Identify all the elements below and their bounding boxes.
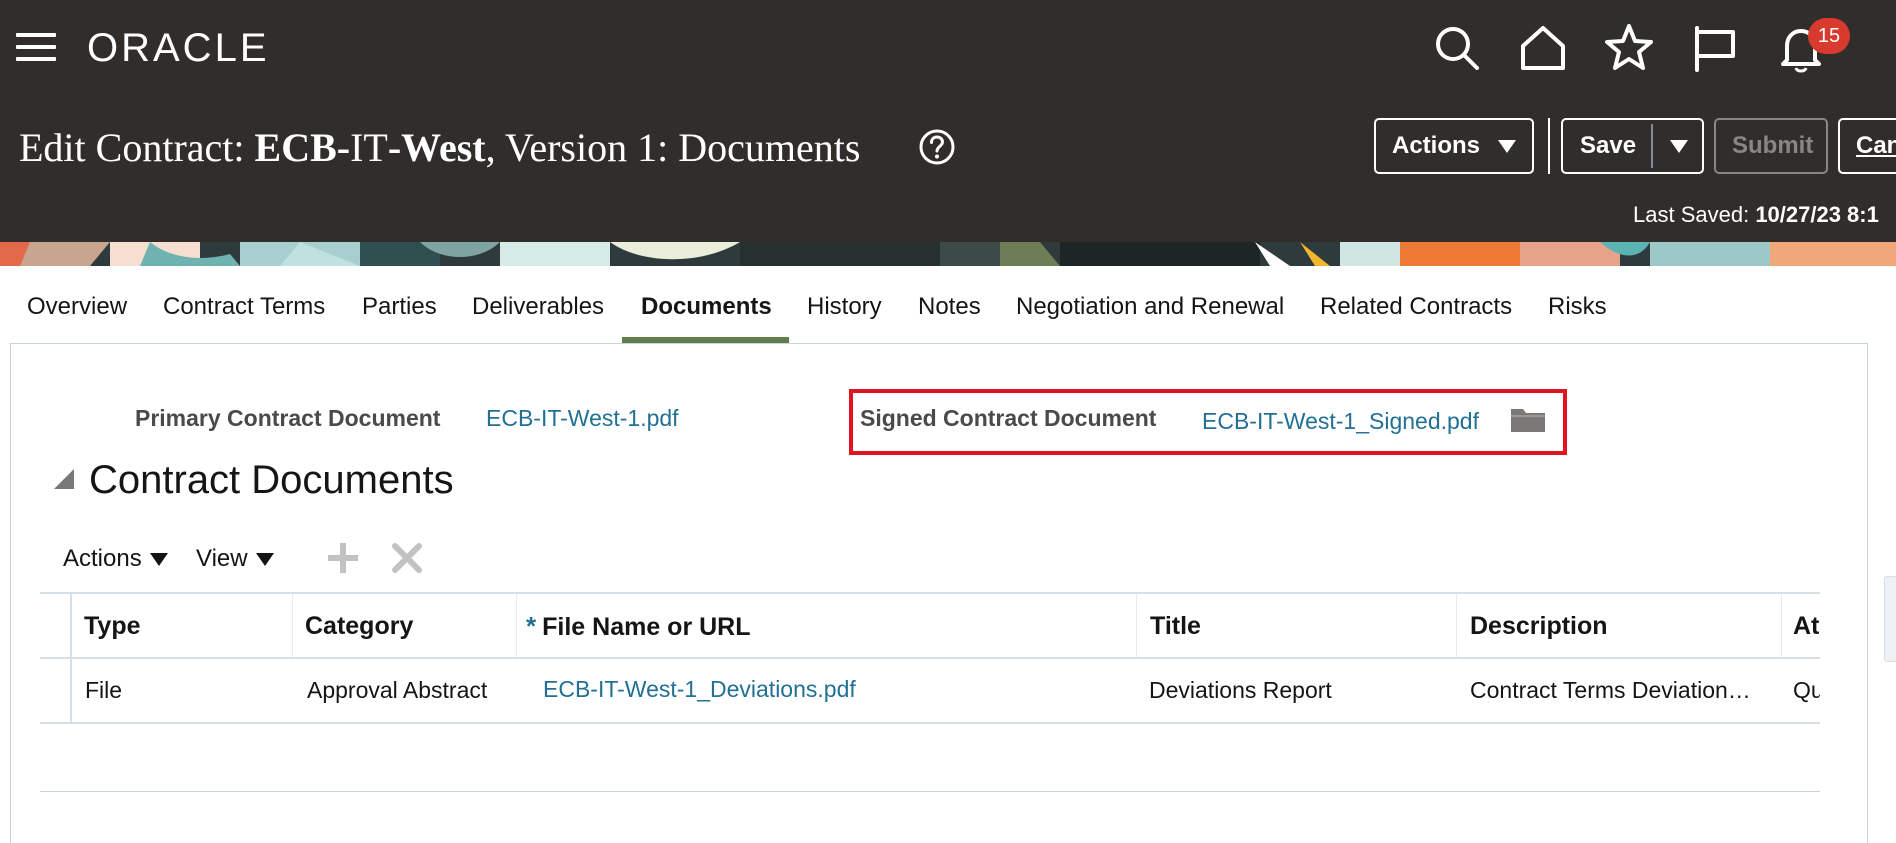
global-header: ORACLE 15 Edit Contract: ECB-IT-West, Ve…	[0, 0, 1896, 242]
table-cell-category: Approval Abstract	[307, 677, 488, 703]
tab-negotiation-and-renewal[interactable]: Negotiation and Renewal	[1016, 266, 1284, 344]
hamburger-menu-icon[interactable]	[16, 31, 58, 65]
chevron-down-icon	[149, 553, 168, 567]
tab-history[interactable]: History	[807, 266, 882, 344]
horizontal-scroll-handle[interactable]	[1884, 576, 1896, 662]
table-cell-attachment: Qu	[1793, 677, 1820, 703]
column-divider	[1781, 594, 1782, 657]
tab-risks[interactable]: Risks	[1548, 266, 1607, 344]
help-icon[interactable]	[918, 128, 956, 166]
column-header-description[interactable]: Description	[1470, 610, 1608, 642]
actions-menu-button[interactable]: Actions	[1374, 118, 1534, 174]
table-cell-description: Contract Terms Deviation…	[1470, 677, 1751, 703]
column-header-title[interactable]: Title	[1150, 610, 1201, 642]
oracle-logo: ORACLE	[87, 26, 270, 70]
last-saved-status: Last Saved: 10/27/23 8:1	[1633, 202, 1879, 227]
chevron-down-icon	[255, 553, 274, 567]
save-button-group: Save	[1561, 118, 1704, 174]
flag-icon[interactable]	[1687, 20, 1743, 76]
column-header-attachment[interactable]: At	[1793, 610, 1820, 642]
folder-icon[interactable]	[1511, 406, 1545, 434]
decorative-banner	[0, 242, 1896, 266]
table-view-menu[interactable]: View	[196, 544, 274, 574]
toolbar-divider	[1548, 118, 1550, 174]
search-icon[interactable]	[1429, 20, 1485, 76]
tab-parties[interactable]: Parties	[362, 266, 437, 344]
star-favorites-icon[interactable]	[1601, 20, 1657, 76]
add-row-plus-icon[interactable]	[325, 540, 361, 576]
table-cell-file-link[interactable]: ECB-IT-West-1_Deviations.pdf	[543, 674, 856, 704]
delete-row-x-icon[interactable]	[389, 540, 425, 576]
table-footer-border	[40, 791, 1820, 792]
chevron-down-icon	[1670, 140, 1688, 153]
tab-notes[interactable]: Notes	[918, 266, 981, 344]
page-title: Edit Contract: ECB-IT-West, Version 1: D…	[19, 125, 861, 170]
column-header-category[interactable]: Category	[305, 610, 413, 642]
column-header-type[interactable]: Type	[84, 610, 141, 642]
table-row-border	[40, 722, 1820, 724]
submit-button[interactable]: Submit	[1714, 118, 1828, 174]
column-header-file-name[interactable]: * File Name or URL	[526, 610, 751, 643]
save-options-dropdown[interactable]	[1653, 120, 1704, 172]
cancel-button[interactable]: Can	[1838, 118, 1896, 174]
chevron-down-icon	[1498, 140, 1516, 153]
collapse-triangle-icon[interactable]	[52, 467, 76, 491]
signed-contract-document-link[interactable]: ECB-IT-West-1_Signed.pdf	[1202, 406, 1479, 436]
column-divider	[1456, 594, 1457, 657]
primary-contract-document-link[interactable]: ECB-IT-West-1.pdf	[486, 403, 679, 433]
notification-count-badge: 15	[1808, 18, 1850, 54]
table-border-top	[40, 592, 1820, 594]
required-asterisk: *	[526, 611, 537, 641]
tab-documents[interactable]: Documents	[641, 266, 772, 344]
column-divider	[292, 594, 293, 657]
tab-deliverables[interactable]: Deliverables	[472, 266, 604, 344]
column-divider	[516, 594, 517, 657]
signed-contract-document-label: Signed Contract Document	[860, 405, 1157, 431]
table-header-border	[40, 657, 1820, 659]
table-actions-menu[interactable]: Actions	[63, 544, 168, 574]
table-cell-title: Deviations Report	[1149, 677, 1332, 703]
column-divider	[1136, 594, 1137, 657]
section-title: Contract Documents	[89, 458, 454, 502]
primary-contract-document-label: Primary Contract Document	[135, 405, 441, 431]
save-button[interactable]: Save	[1580, 132, 1636, 159]
row-selector-divider	[70, 594, 72, 722]
tab-related-contracts[interactable]: Related Contracts	[1320, 266, 1512, 344]
tab-overview[interactable]: Overview	[27, 266, 127, 344]
tab-contract-terms[interactable]: Contract Terms	[163, 266, 325, 344]
page-tabs: Overview Contract Terms Parties Delivera…	[0, 266, 1896, 344]
table-cell-type: File	[85, 677, 123, 703]
home-icon[interactable]	[1515, 20, 1571, 76]
contract-documents-table: Type Category * File Name or URL Title De…	[40, 592, 1820, 792]
